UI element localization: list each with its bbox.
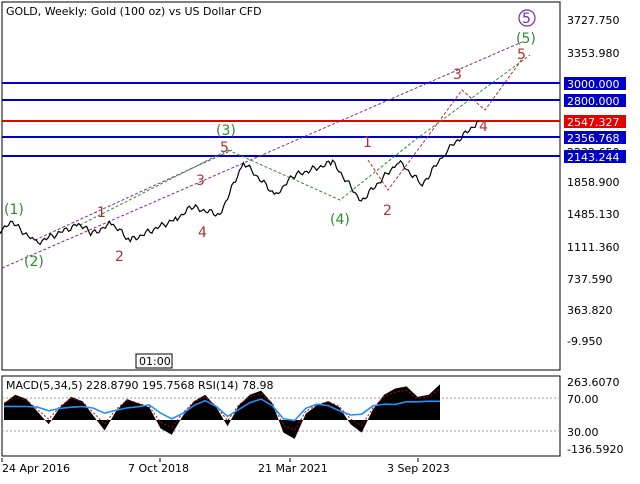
wave-label-r5-b: 5	[517, 47, 526, 63]
wave-label-r3-a: 3	[196, 173, 205, 189]
indicator-tick: 30.00	[567, 426, 599, 439]
wave-label-g3: (3)	[216, 123, 236, 139]
indicator-label: MACD(5,34,5) 228.8790 195.7568 RSI(14) 7…	[6, 379, 273, 392]
price-tick: -9.950	[567, 335, 602, 348]
price-tick: 363.820	[567, 304, 613, 317]
time-label: 3 Sep 2023	[387, 462, 450, 475]
wave-label-g1: (1)	[4, 202, 24, 218]
level-tag-3000-text: 3000.000	[567, 78, 620, 91]
chart-title: GOLD, Weekly: Gold (100 oz) vs US Dollar…	[6, 5, 262, 18]
indicator-tick: 70.00	[567, 393, 599, 406]
indicator-tick: -136.5920	[567, 443, 623, 456]
level-tag-2547-text: 2547.327	[567, 116, 620, 129]
indicator-axis: 263.6070 70.00 30.00 -136.5920	[567, 376, 623, 456]
wave-label-r2-b: 2	[383, 203, 392, 219]
wave-label-r2-a: 2	[115, 249, 124, 265]
wave-label-g2: (2)	[24, 254, 44, 270]
price-tick: 3727.750	[567, 14, 620, 27]
time-label: 21 Mar 2021	[258, 462, 328, 475]
level-tags: 3000.000 2800.000 2547.327 2356.768 2143…	[564, 77, 626, 164]
wave-label-g5: (5)	[516, 31, 536, 47]
price-tick: 3353.980	[567, 47, 620, 60]
level-tag-2143-text: 2143.244	[567, 151, 620, 164]
main-plot-frame	[1, 1, 561, 371]
price-axis: 3727.750 3353.980 2980.190 2606.420 2232…	[567, 14, 620, 348]
wave-label-r4-a: 4	[198, 225, 207, 241]
time-axis: 24 Apr 2016 7 Oct 2018 21 Mar 2021 3 Sep…	[1, 458, 450, 475]
wave-label-p5: 5	[522, 11, 531, 27]
wave-label-r3-b: 3	[453, 67, 462, 83]
wave-label-r1-a: 1	[97, 205, 106, 221]
indicator-tick: 263.6070	[567, 376, 620, 389]
price-tick: 1485.130	[567, 208, 620, 221]
time-marker-label: 01:00	[139, 355, 171, 368]
chart-canvas: GOLD, Weekly: Gold (100 oz) vs US Dollar…	[0, 1, 626, 475]
time-label: 7 Oct 2018	[128, 462, 189, 475]
level-tag-2800-text: 2800.000	[567, 95, 620, 108]
wave-label-r1-b: 1	[363, 135, 372, 151]
time-label: 24 Apr 2016	[2, 462, 70, 475]
level-tag-2356-text: 2356.768	[567, 132, 620, 145]
price-tick: 737.590	[567, 273, 613, 286]
wave-label-r5-a: 5	[220, 140, 229, 156]
price-tick: 1858.900	[567, 176, 620, 189]
price-tick: 1111.360	[567, 241, 620, 254]
chart-window: GOLD, Weekly: Gold (100 oz) vs US Dollar…	[0, 0, 640, 480]
wave-label-r4-b: 4	[479, 119, 488, 135]
wave-label-g4: (4)	[330, 212, 350, 228]
